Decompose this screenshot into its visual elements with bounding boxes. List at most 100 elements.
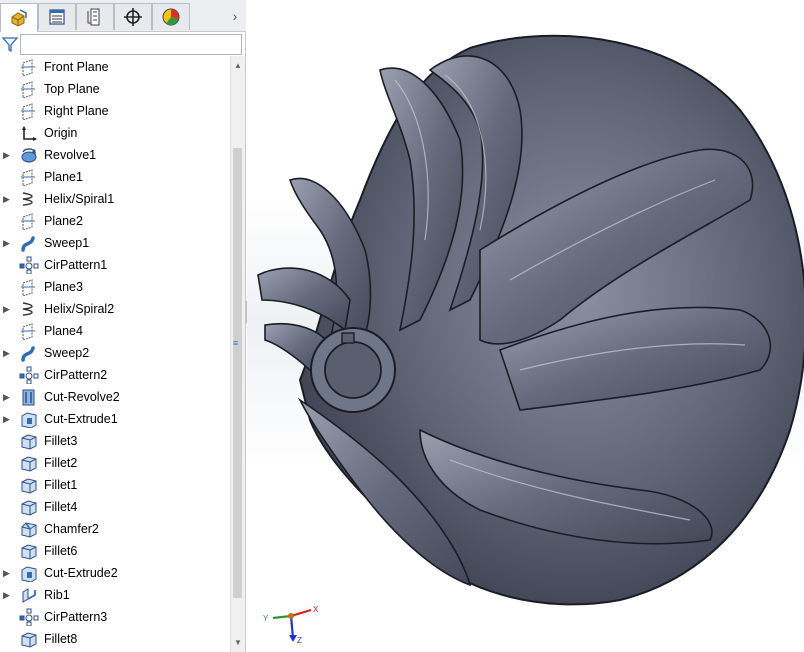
y-axis-label: Y: [263, 614, 269, 623]
tree-item-chamfer2[interactable]: Chamfer2: [0, 518, 230, 540]
feature-tree: Front Plane Top Plane Right Plane Origin ▶ Re…: [0, 56, 230, 652]
expand-arrow-icon[interactable]: ▶: [3, 149, 11, 161]
feature-manager-panel: › Front Plane Top Plane Right Plane Origin ▶…: [0, 0, 246, 652]
tree-item-label: Plane4: [44, 324, 83, 338]
tree-item-fillet3[interactable]: Fillet3: [0, 430, 230, 452]
filter-input[interactable]: [20, 34, 242, 55]
tree-item-fillet8[interactable]: Fillet8: [0, 628, 230, 650]
tree-item-label: Chamfer2: [44, 522, 99, 536]
tree-item-front-plane[interactable]: Front Plane: [0, 56, 230, 78]
tree-item-fillet1[interactable]: Fillet1: [0, 474, 230, 496]
tree-item-label: Sweep2: [44, 346, 90, 360]
tree-item-fillet6[interactable]: Fillet6: [0, 540, 230, 562]
tree-item-cut-extrude1[interactable]: ▶ Cut-Extrude1: [0, 408, 230, 430]
tree-item-label: Front Plane: [44, 60, 109, 74]
tree-item-label: Plane2: [44, 214, 83, 228]
tree-item-label: Plane1: [44, 170, 83, 184]
tree-item-cirpattern3[interactable]: CirPattern3: [0, 606, 230, 628]
tree-item-label: Right Plane: [44, 104, 109, 118]
tree-item-cirpattern1[interactable]: CirPattern1: [0, 254, 230, 276]
tree-item-plane2[interactable]: Plane2: [0, 210, 230, 232]
tree-item-cut-extrude2[interactable]: ▶ Cut-Extrude2: [0, 562, 230, 584]
expand-arrow-icon[interactable]: ▶: [3, 193, 11, 205]
expand-arrow-icon[interactable]: ▶: [3, 589, 11, 601]
tree-item-top-plane[interactable]: Top Plane: [0, 78, 230, 100]
filter-icon[interactable]: [1, 35, 19, 53]
property-manager-icon: [49, 9, 65, 25]
tree-item-revolve1[interactable]: ▶ Revolve1: [0, 144, 230, 166]
helix-icon: [19, 190, 39, 208]
tree-item-plane4[interactable]: Plane4: [0, 320, 230, 342]
graphics-viewport[interactable]: X Y Z: [247, 0, 804, 652]
tree-item-label: CirPattern3: [44, 610, 108, 624]
expand-arrow-icon[interactable]: ▶: [3, 391, 11, 403]
tree-item-plane3[interactable]: Plane3: [0, 276, 230, 298]
sweep-icon: [19, 234, 39, 252]
tree-item-label: Top Plane: [44, 82, 100, 96]
cut-revolve-icon: [19, 388, 39, 406]
tree-item-cut-revolve2[interactable]: ▶ Cut-Revolve2: [0, 386, 230, 408]
expand-arrow-icon[interactable]: ▶: [3, 413, 11, 425]
tree-item-sweep2[interactable]: ▶ Sweep2: [0, 342, 230, 364]
tree-item-rib1[interactable]: ▶ Rib1: [0, 584, 230, 606]
tree-item-label: Revolve1: [44, 148, 97, 162]
tree-item-label: CirPattern2: [44, 368, 108, 382]
tree-item-label: Fillet1: [44, 478, 78, 492]
tab-display-manager[interactable]: [152, 3, 190, 30]
view-orientation-triad: X Y Z: [259, 604, 319, 645]
dimxpert-icon: [124, 8, 142, 26]
tree-item-origin[interactable]: Origin: [0, 122, 230, 144]
tree-item-label: Helix/Spiral2: [44, 302, 115, 316]
helix-icon: [19, 300, 39, 318]
fillet-icon: [19, 630, 39, 648]
tree-item-label: Fillet3: [44, 434, 78, 448]
plane-icon: [19, 102, 39, 121]
chamfer-icon: [19, 520, 39, 538]
tree-item-sweep1[interactable]: ▶ Sweep1: [0, 232, 230, 254]
tree-item-label: Sweep1: [44, 236, 90, 250]
expand-arrow-icon[interactable]: ▶: [3, 567, 11, 579]
scroll-up-arrow-icon[interactable]: ▲: [231, 58, 245, 73]
tree-item-helix-spiral2[interactable]: ▶ Helix/Spiral2: [0, 298, 230, 320]
expand-arrow-icon[interactable]: ▶: [3, 347, 11, 359]
scroll-down-arrow-icon[interactable]: ▼: [231, 635, 245, 650]
expand-arrow-icon[interactable]: ▶: [3, 303, 11, 315]
tree-item-label: Plane3: [44, 280, 83, 294]
display-manager-icon: [162, 8, 180, 26]
tab-property-manager[interactable]: [38, 3, 76, 30]
tree-scrollbar[interactable]: ▲ ▼: [230, 56, 245, 652]
circular-pattern-icon: [19, 608, 39, 627]
tree-item-helix-spiral1[interactable]: ▶ Helix/Spiral1: [0, 188, 230, 210]
circular-pattern-icon: [19, 256, 39, 275]
tree-item-right-plane[interactable]: Right Plane: [0, 100, 230, 122]
filter-row: [0, 32, 246, 58]
rib-icon: [19, 586, 39, 604]
more-tabs-chevron-icon[interactable]: ›: [228, 6, 242, 26]
plane-icon: [19, 80, 39, 99]
tree-item-plane1[interactable]: Plane1: [0, 166, 230, 188]
feature-manager-icon: [11, 9, 27, 27]
tab-configuration-manager[interactable]: [76, 3, 114, 30]
expand-arrow-icon[interactable]: ▶: [3, 237, 11, 249]
scrollbar-thumb[interactable]: [233, 148, 242, 598]
circular-pattern-icon: [19, 366, 39, 385]
tree-item-fillet2[interactable]: Fillet2: [0, 452, 230, 474]
cut-extrude-icon: [19, 410, 39, 429]
revolve-icon: [19, 146, 39, 164]
tree-item-label: Cut-Extrude1: [44, 412, 118, 426]
plane-icon: [19, 278, 39, 297]
tree-item-label: CirPattern1: [44, 258, 108, 272]
x-axis-arrow: [290, 608, 312, 618]
fillet-icon: [19, 498, 39, 516]
tree-item-label: Cut-Revolve2: [44, 390, 120, 404]
tree-item-cirpattern2[interactable]: CirPattern2: [0, 364, 230, 386]
z-axis-label: Z: [297, 636, 302, 644]
impeller-model[interactable]: [247, 0, 804, 652]
fillet-icon: [19, 454, 39, 472]
tab-feature-manager[interactable]: [0, 3, 38, 32]
tree-item-fillet4[interactable]: Fillet4: [0, 496, 230, 518]
tab-dimxpert-manager[interactable]: [114, 3, 152, 30]
plane-icon: [19, 212, 39, 231]
z-axis-arrow: [289, 615, 295, 639]
manager-tabs: ›: [0, 0, 246, 32]
